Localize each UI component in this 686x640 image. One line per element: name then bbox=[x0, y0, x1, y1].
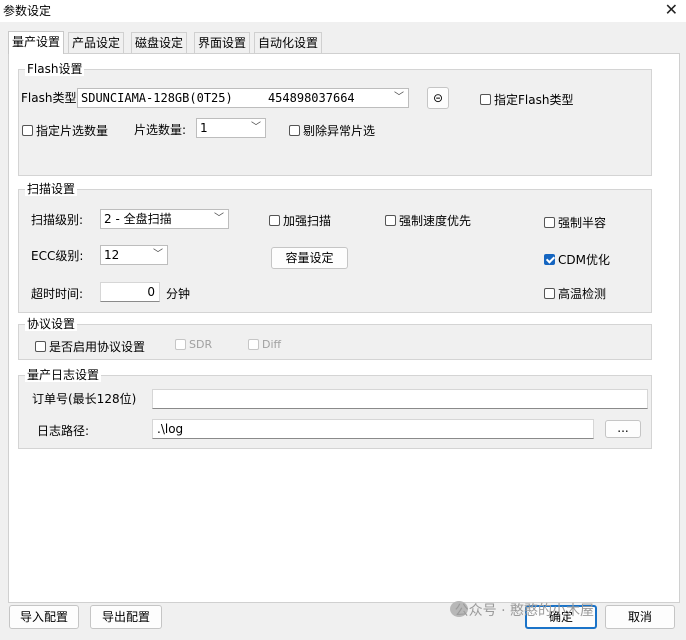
order-number-label: 订单号(最长128位) bbox=[32, 392, 137, 406]
flash-type-id: 454898037664 bbox=[267, 91, 355, 105]
checkbox-box bbox=[544, 217, 555, 228]
timeout-input[interactable]: 0 bbox=[100, 282, 160, 302]
checkbox-box bbox=[35, 341, 46, 352]
tab-mass-production[interactable]: 量产设置 bbox=[8, 31, 65, 54]
checkbox-box bbox=[480, 94, 491, 105]
enable-protocol-checkbox[interactable]: 是否启用协议设置 bbox=[35, 338, 145, 355]
diff-checkbox[interactable]: Diff bbox=[248, 338, 281, 351]
protocol-group-label: 协议设置 bbox=[25, 317, 78, 331]
scan-level-label: 扫描级别: bbox=[31, 213, 84, 227]
log-group-label: 量产日志设置 bbox=[25, 368, 102, 382]
tab-product[interactable]: 产品设定 bbox=[68, 32, 125, 53]
chip-count-value: 1 bbox=[200, 121, 208, 135]
timeout-label: 超时时间: bbox=[31, 287, 84, 301]
scan-group-label: 扫描设置 bbox=[25, 182, 78, 196]
checkbox-label: 加强扫描 bbox=[283, 214, 332, 228]
checkbox-label: CDM优化 bbox=[558, 253, 610, 267]
tab-automation[interactable]: 自动化设置 bbox=[254, 32, 323, 53]
enhanced-scan-checkbox[interactable]: 加强扫描 bbox=[269, 212, 331, 229]
checkbox-label: 是否启用协议设置 bbox=[49, 340, 146, 354]
force-half-capacity-checkbox[interactable]: 强制半容 bbox=[544, 214, 606, 231]
protocol-group: 协议设置 是否启用协议设置 SDR Diff bbox=[18, 317, 652, 360]
flash-settings-button[interactable]: ⊝ bbox=[427, 87, 449, 109]
ecc-level-value: 12 bbox=[104, 248, 120, 262]
checkbox-box bbox=[385, 215, 396, 226]
checkbox-label: 高温检测 bbox=[558, 287, 607, 301]
ecc-level-select[interactable]: 12 ﹀ bbox=[100, 245, 168, 265]
cancel-button[interactable]: 取消 bbox=[605, 605, 675, 629]
high-temp-checkbox[interactable]: 高温检测 bbox=[544, 285, 606, 302]
scan-group: 扫描设置 扫描级别: 2 - 全盘扫描 ﹀ 加强扫描 强制速度优先 强制半容 E… bbox=[18, 182, 652, 313]
title-bar bbox=[0, 0, 686, 22]
checkbox-label: Diff bbox=[262, 338, 282, 351]
checkbox-box bbox=[22, 125, 33, 136]
checkbox-label: 指定Flash类型 bbox=[494, 93, 574, 107]
watermark: 公众号 · 憨憨的小木屋 bbox=[454, 603, 594, 619]
log-path-input[interactable]: .\log bbox=[152, 419, 594, 439]
tab-panel: Flash设置 Flash类型: SDUNCIAMA-128GB(0T25) 4… bbox=[8, 53, 680, 603]
checkbox-box bbox=[248, 339, 259, 350]
cdm-optimize-checkbox[interactable]: CDM优化 bbox=[544, 251, 610, 268]
flash-group: Flash设置 Flash类型: SDUNCIAMA-128GB(0T25) 4… bbox=[18, 62, 652, 176]
checkbox-label: 剔除异常片选 bbox=[303, 124, 376, 138]
chip-count-select[interactable]: 1 ﹀ bbox=[196, 118, 266, 138]
chevron-down-icon: ﹀ bbox=[394, 92, 404, 103]
sdr-checkbox[interactable]: SDR bbox=[175, 338, 212, 351]
export-config-button[interactable]: 导出配置 bbox=[90, 605, 162, 629]
checkbox-label: 强制半容 bbox=[558, 216, 607, 230]
checkbox-label: 指定片选数量 bbox=[36, 124, 109, 138]
flash-type-label: Flash类型: bbox=[21, 91, 81, 105]
flash-type-select[interactable]: SDUNCIAMA-128GB(0T25) 454898037664 ﹀ bbox=[77, 88, 409, 108]
chevron-down-icon: ﹀ bbox=[251, 122, 261, 133]
checkbox-box bbox=[544, 288, 555, 299]
checkbox-label: SDR bbox=[189, 338, 213, 351]
scan-level-select[interactable]: 2 - 全盘扫描 ﹀ bbox=[100, 209, 229, 229]
timeout-unit: 分钟 bbox=[166, 287, 191, 301]
flash-type-value: SDUNCIAMA-128GB(0T25) bbox=[81, 91, 233, 105]
checkbox-box bbox=[269, 215, 280, 226]
window-title: 参数设定 bbox=[3, 4, 52, 18]
exclude-abnormal-checkbox[interactable]: 剔除异常片选 bbox=[289, 122, 375, 139]
checkbox-box bbox=[175, 339, 186, 350]
specify-flash-type-checkbox[interactable]: 指定Flash类型 bbox=[480, 91, 573, 108]
log-group: 量产日志设置 订单号(最长128位) 日志路径: .\log ... bbox=[18, 368, 652, 449]
checkbox-label: 强制速度优先 bbox=[399, 214, 472, 228]
log-path-label: 日志路径: bbox=[37, 424, 90, 438]
import-config-button[interactable]: 导入配置 bbox=[9, 605, 79, 629]
specify-chip-count-checkbox[interactable]: 指定片选数量 bbox=[22, 122, 108, 139]
tab-interface[interactable]: 界面设置 bbox=[194, 32, 251, 53]
order-number-input[interactable] bbox=[152, 389, 648, 409]
checkbox-box bbox=[289, 125, 300, 136]
close-icon[interactable]: ✕ bbox=[665, 0, 678, 19]
force-speed-checkbox[interactable]: 强制速度优先 bbox=[385, 212, 471, 229]
scan-level-value: 2 - 全盘扫描 bbox=[104, 212, 172, 226]
capacity-settings-button[interactable]: 容量设定 bbox=[271, 247, 348, 269]
checkbox-checked-icon bbox=[544, 254, 555, 265]
tab-disk[interactable]: 磁盘设定 bbox=[131, 32, 188, 53]
chevron-down-icon: ﹀ bbox=[153, 249, 163, 260]
browse-button[interactable]: ... bbox=[605, 420, 641, 438]
flash-group-label: Flash设置 bbox=[25, 62, 85, 76]
chip-count-label: 片选数量: bbox=[134, 123, 187, 137]
ecc-level-label: ECC级别: bbox=[31, 249, 84, 263]
chevron-down-icon: ﹀ bbox=[214, 213, 224, 224]
